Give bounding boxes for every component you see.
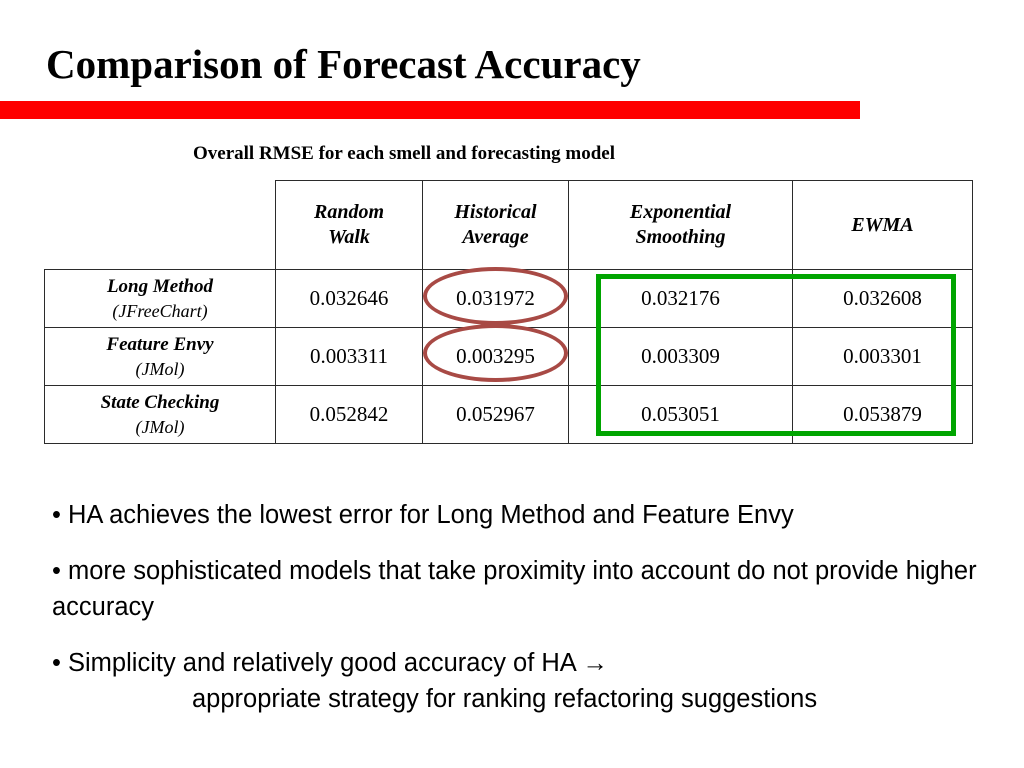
row-header-state-checking: State Checking (JMol)	[44, 385, 276, 444]
row-header-feature-envy: Feature Envy (JMol)	[44, 327, 276, 386]
bullet-continuation-text: appropriate strategy for ranking refacto…	[192, 685, 818, 713]
cell-state-checking-ewma: 0.053879	[792, 385, 973, 444]
cell-long-method-random-walk: 0.032646	[275, 269, 423, 328]
cell-long-method-ewma: 0.032608	[792, 269, 973, 328]
bullet-text: • HA achieves the lowest error for Long …	[52, 501, 794, 529]
column-header-ewma: EWMA	[792, 180, 973, 270]
row-project-name: (JMol)	[135, 416, 185, 437]
table-header-row: Random Walk Historical Average Exponenti…	[44, 180, 973, 270]
page-title: Comparison of Forecast Accuracy	[46, 41, 641, 87]
column-header-line-2: Walk	[328, 226, 370, 248]
column-header-random-walk: Random Walk	[275, 180, 423, 270]
cell-state-checking-exponential-smoothing: 0.053051	[568, 385, 793, 444]
row-project-name: (JFreeChart)	[112, 300, 208, 321]
row-smell-name: State Checking	[100, 391, 220, 413]
bullet-item-1: • HA achieves the lowest error for Long …	[52, 497, 1002, 533]
table-row: Long Method (JFreeChart) 0.032646 0.0319…	[44, 269, 973, 328]
bullet-list: • HA achieves the lowest error for Long …	[52, 497, 1002, 737]
rmse-table-container: Random Walk Historical Average Exponenti…	[44, 180, 973, 444]
column-header-line-1: Exponential	[629, 201, 732, 223]
row-header-long-method: Long Method (JFreeChart)	[44, 269, 276, 328]
cell-state-checking-historical-average: 0.052967	[422, 385, 569, 444]
cell-state-checking-random-walk: 0.052842	[275, 385, 423, 444]
column-header-exponential-smoothing: Exponential Smoothing	[568, 180, 793, 270]
rmse-table: Random Walk Historical Average Exponenti…	[44, 180, 973, 444]
cell-long-method-historical-average: 0.031972	[422, 269, 569, 328]
column-header-line-1: EWMA	[851, 213, 914, 236]
cell-feature-envy-historical-average: 0.003295	[422, 327, 569, 386]
table-row: State Checking (JMol) 0.052842 0.052967 …	[44, 385, 973, 444]
table-row: Feature Envy (JMol) 0.003311 0.003295 0.…	[44, 327, 973, 386]
cell-feature-envy-exponential-smoothing: 0.003309	[568, 327, 793, 386]
bullet-text: • Simplicity and relatively good accurac…	[52, 649, 608, 677]
column-header-line-1: Historical	[454, 201, 537, 223]
cell-feature-envy-ewma: 0.003301	[792, 327, 973, 386]
column-header-historical-average: Historical Average	[422, 180, 569, 270]
row-project-name: (JMol)	[135, 358, 185, 379]
column-header-line-2: Average	[462, 226, 529, 248]
bullet-item-3: • Simplicity and relatively good accurac…	[52, 645, 1002, 717]
column-header-line-2: Smoothing	[635, 226, 726, 248]
table-caption: Overall RMSE for each smell and forecast…	[193, 143, 615, 164]
row-smell-name: Long Method	[106, 275, 214, 297]
row-smell-name: Feature Envy	[106, 333, 214, 355]
bullet-item-2: • more sophisticated models that take pr…	[52, 553, 1002, 625]
title-accent-bar	[0, 101, 860, 119]
table-corner-cell	[44, 180, 276, 270]
bullet-text: • more sophisticated models that take pr…	[52, 557, 977, 621]
cell-long-method-exponential-smoothing: 0.032176	[568, 269, 793, 328]
cell-feature-envy-random-walk: 0.003311	[275, 327, 423, 386]
column-header-line-1: Random	[313, 201, 385, 223]
